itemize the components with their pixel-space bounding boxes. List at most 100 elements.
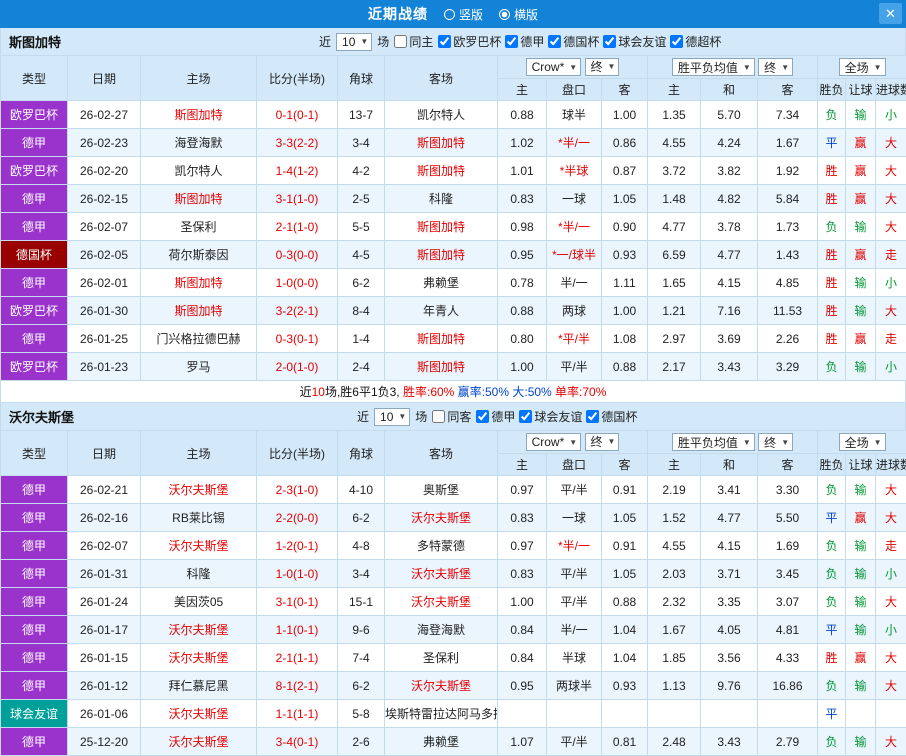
result-goals: 大 xyxy=(876,297,906,325)
result-win-lose: 胜 xyxy=(818,644,846,672)
win-odds xyxy=(648,700,701,728)
scope-controls: 全场▼ xyxy=(818,431,906,454)
asian-home-odds: 0.83 xyxy=(498,185,547,213)
league-type-badge: 德甲 xyxy=(1,672,68,700)
odds-company-select[interactable]: Crow*▼ xyxy=(526,433,582,451)
summary-segment: 大:50% xyxy=(509,383,552,400)
result-handicap: 输 xyxy=(846,672,876,700)
league-filter-checkbox[interactable]: 德超杯 xyxy=(670,33,721,50)
match-count-select[interactable]: 10▼ xyxy=(374,408,410,426)
col-euro-home: 主 xyxy=(648,454,701,476)
vertical-radio[interactable] xyxy=(444,9,455,20)
away-team: 沃尔夫斯堡 xyxy=(385,560,498,588)
league-checkbox-input[interactable] xyxy=(603,35,616,48)
home-team: 沃尔夫斯堡 xyxy=(141,728,257,756)
final-odds-select-2[interactable]: 终▼ xyxy=(758,433,793,451)
league-filter-checkbox[interactable]: 德甲 xyxy=(505,33,544,50)
league-checkbox-input[interactable] xyxy=(670,35,683,48)
win-odds: 1.13 xyxy=(648,672,701,700)
match-row: 德甲26-01-12拜仁慕尼黑8-1(2-1)6-2沃尔夫斯堡0.95两球半0.… xyxy=(1,672,906,700)
handicap-line: *一/球半 xyxy=(547,241,602,269)
avg-odds-select[interactable]: 胜平负均值▼ xyxy=(672,433,755,451)
handicap-line: *半/一 xyxy=(547,213,602,241)
corner-count: 6-2 xyxy=(338,672,385,700)
result-goals: 大 xyxy=(876,476,906,504)
asian-home-odds: 0.97 xyxy=(498,532,547,560)
layout-option-vertical[interactable]: 竖版 xyxy=(444,6,483,23)
win-odds: 6.59 xyxy=(648,241,701,269)
asian-home-odds: 1.00 xyxy=(498,588,547,616)
result-handicap: 输 xyxy=(846,532,876,560)
chevron-down-icon: ▼ xyxy=(608,437,616,446)
match-row: 欧罗巴杯26-01-30斯图加特3-2(2-1)8-4年青人0.88两球1.00… xyxy=(1,297,906,325)
home-team: 罗马 xyxy=(141,353,257,381)
summary-row: 近10场,胜6平1负3, 胜率:60% 赢率:50% 大:50% 单率:70% xyxy=(0,381,906,403)
away-team: 斯图加特 xyxy=(385,325,498,353)
league-checkbox-input[interactable] xyxy=(505,35,518,48)
win-odds: 1.65 xyxy=(648,269,701,297)
league-filter-checkbox[interactable]: 球会友谊 xyxy=(603,33,666,50)
lose-odds: 1.92 xyxy=(758,157,818,185)
home-team: 斯图加特 xyxy=(141,269,257,297)
scope-select[interactable]: 全场▼ xyxy=(839,58,886,76)
chevron-down-icon: ▼ xyxy=(874,63,882,72)
col-home: 主场 xyxy=(141,431,257,476)
result-win-lose: 平 xyxy=(818,129,846,157)
col-euro-home: 主 xyxy=(648,79,701,101)
final-odds-select[interactable]: 终▼ xyxy=(585,58,620,76)
league-filter-checkbox[interactable]: 德国杯 xyxy=(548,33,599,50)
scope-select[interactable]: 全场▼ xyxy=(839,433,886,451)
league-filter-checkbox[interactable]: 球会友谊 xyxy=(519,408,582,425)
league-type-badge: 德甲 xyxy=(1,129,68,157)
away-team: 沃尔夫斯堡 xyxy=(385,588,498,616)
score: 0-3(0-0) xyxy=(257,241,338,269)
lose-odds: 3.30 xyxy=(758,476,818,504)
asian-home-odds: 0.78 xyxy=(498,269,547,297)
chevron-down-icon: ▼ xyxy=(569,438,577,447)
close-button[interactable]: ✕ xyxy=(879,3,902,24)
lose-odds: 7.34 xyxy=(758,101,818,129)
league-filter-checkbox[interactable]: 德国杯 xyxy=(586,408,637,425)
score: 3-1(0-1) xyxy=(257,588,338,616)
corner-count: 6-2 xyxy=(338,504,385,532)
odds-company-select[interactable]: Crow*▼ xyxy=(526,58,582,76)
league-filter-checkbox[interactable]: 欧罗巴杯 xyxy=(438,33,501,50)
vertical-radio-label: 竖版 xyxy=(459,6,483,23)
corner-count: 4-10 xyxy=(338,476,385,504)
same-side-checkbox-input[interactable] xyxy=(394,35,407,48)
corner-count: 6-2 xyxy=(338,269,385,297)
draw-odds: 4.77 xyxy=(701,504,758,532)
asian-away-odds: 0.91 xyxy=(602,476,648,504)
lose-odds: 3.45 xyxy=(758,560,818,588)
result-goals: 小 xyxy=(876,101,906,129)
asian-away-odds: 1.11 xyxy=(602,269,648,297)
asian-away-odds: 0.93 xyxy=(602,672,648,700)
asian-away-odds: 0.90 xyxy=(602,213,648,241)
horizontal-radio[interactable] xyxy=(499,9,510,20)
league-filter-checkbox[interactable]: 德甲 xyxy=(476,408,515,425)
result-goals: 大 xyxy=(876,672,906,700)
final-odds-select[interactable]: 终▼ xyxy=(585,433,620,451)
result-goals: 走 xyxy=(876,241,906,269)
match-count-select[interactable]: 10▼ xyxy=(336,33,372,51)
same-side-checkbox[interactable]: 同主 xyxy=(394,33,433,50)
result-goals: 小 xyxy=(876,269,906,297)
league-checkbox-input[interactable] xyxy=(438,35,451,48)
final-odds-select-2[interactable]: 终▼ xyxy=(758,58,793,76)
league-checkbox-input[interactable] xyxy=(548,35,561,48)
match-row: 欧罗巴杯26-01-23罗马2-0(1-0)2-4斯图加特1.00平/半0.88… xyxy=(1,353,906,381)
summary-segment: 单率:70% xyxy=(552,383,607,400)
league-checkbox-input[interactable] xyxy=(519,410,532,423)
asian-away-odds: 0.93 xyxy=(602,241,648,269)
layout-option-horizontal[interactable]: 横版 xyxy=(499,6,538,23)
win-odds: 2.97 xyxy=(648,325,701,353)
same-side-checkbox[interactable]: 同客 xyxy=(432,408,471,425)
result-goals: 大 xyxy=(876,129,906,157)
team-name: 沃尔夫斯堡 xyxy=(1,407,74,426)
corner-count: 4-8 xyxy=(338,532,385,560)
match-row: 德甲26-01-31科隆1-0(1-0)3-4沃尔夫斯堡0.83平/半1.052… xyxy=(1,560,906,588)
league-checkbox-input[interactable] xyxy=(586,410,599,423)
league-checkbox-input[interactable] xyxy=(476,410,489,423)
avg-odds-select[interactable]: 胜平负均值▼ xyxy=(672,58,755,76)
same-side-checkbox-input[interactable] xyxy=(432,410,445,423)
